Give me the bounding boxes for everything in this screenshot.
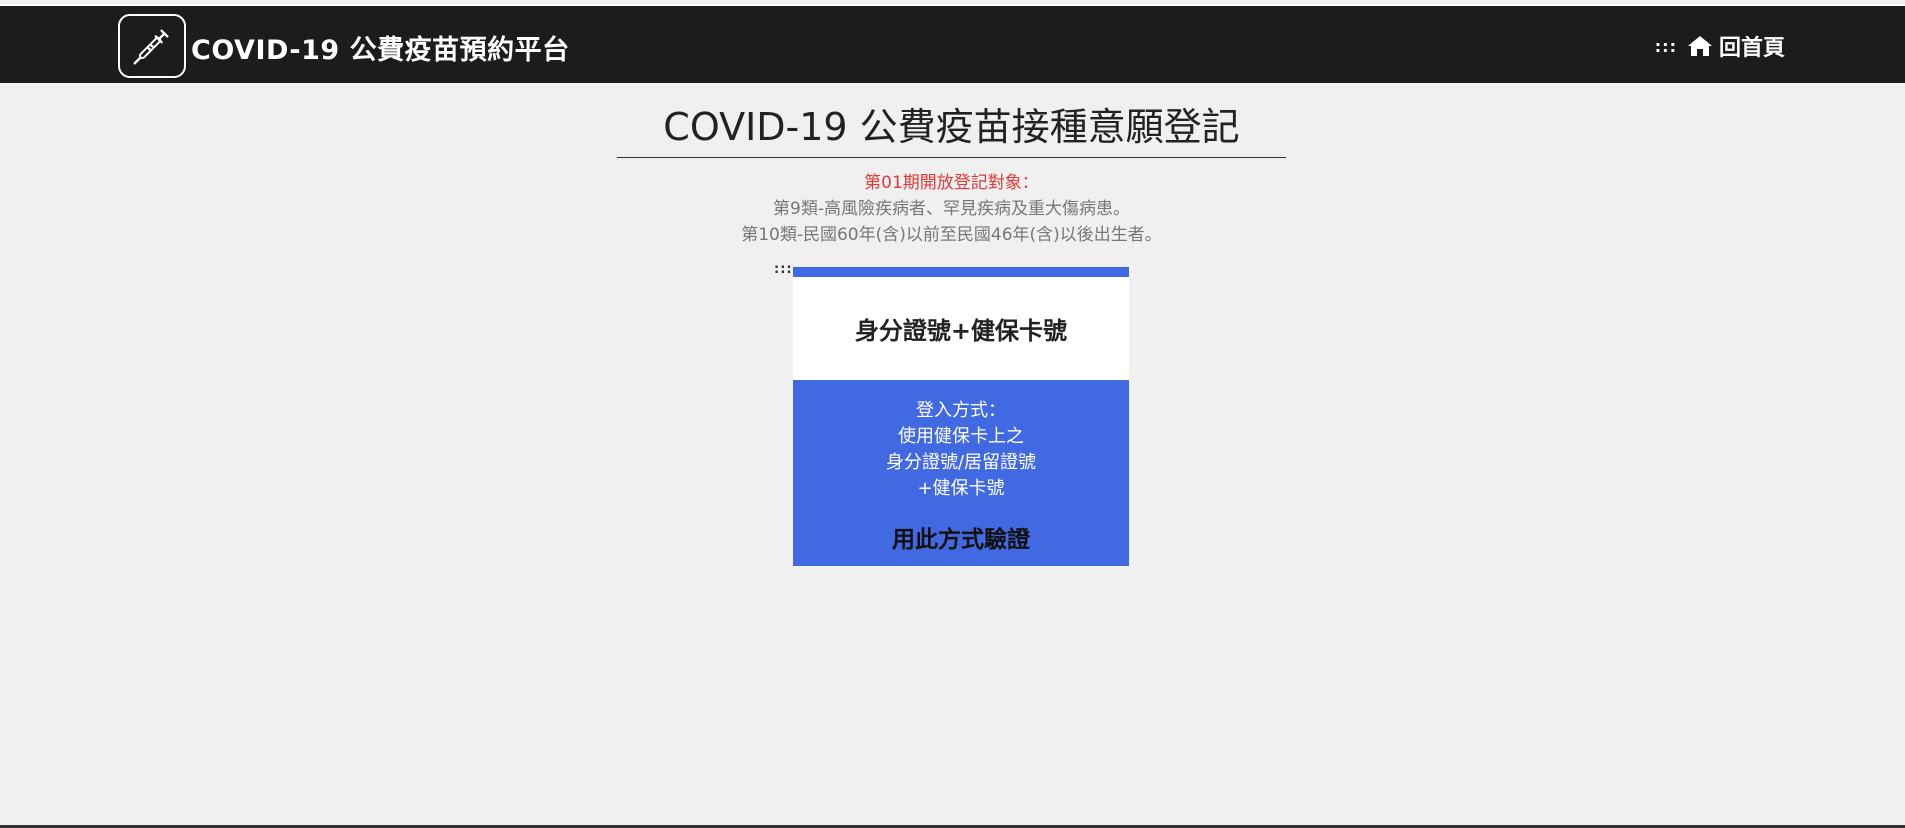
card-accent-strip <box>793 267 1129 277</box>
page-title: COVID-19 公費疫苗接種意願登記 <box>617 96 1286 158</box>
description-line: 登入方式： <box>916 400 1006 421</box>
main-accesskey[interactable]: ::: <box>774 262 793 277</box>
login-option-description: 登入方式： 使用健保卡上之 身分證號/居留證號 +健保卡號 <box>793 398 1129 502</box>
verify-with-this-method-button[interactable]: 用此方式驗證 <box>793 520 1129 554</box>
notice-line-category-10: 第10類-民國60年(含)以前至民國46年(含)以後出生者。 <box>741 225 1162 245</box>
notice-line-category-9: 第9類-高風險疾病者、罕見疾病及重大傷病患。 <box>773 199 1130 219</box>
top-navigation-bar: COVID-19 公費疫苗預約平台 ::: 回首頁 <box>0 4 1905 83</box>
description-line: 身分證號/居留證號 <box>885 452 1037 473</box>
home-link[interactable]: 回首頁 <box>1687 30 1785 62</box>
notice-heading: 第01期開放登記對象： <box>864 173 1039 193</box>
id-healthcard-login-option[interactable]: 身分證號+健保卡號 登入方式： 使用健保卡上之 身分證號/居留證號 +健保卡號 … <box>793 267 1129 566</box>
vaccine-calendar-icon[interactable] <box>118 14 186 78</box>
home-icon <box>1687 36 1712 56</box>
site-title[interactable]: COVID-19 公費疫苗預約平台 <box>191 28 570 67</box>
login-option-title: 身分證號+健保卡號 <box>793 277 1129 380</box>
header-accesskey[interactable]: ::: <box>1655 37 1677 56</box>
header-nav: ::: 回首頁 <box>1655 30 1785 62</box>
home-label: 回首頁 <box>1718 36 1785 61</box>
registration-notice: 第01期開放登記對象： 第9類-高風險疾病者、罕見疾病及重大傷病患。 第10類-… <box>617 170 1286 248</box>
description-line: 使用健保卡上之 <box>898 426 1024 447</box>
description-line: +健保卡號 <box>917 478 1005 499</box>
login-option-body: 登入方式： 使用健保卡上之 身分證號/居留證號 +健保卡號 用此方式驗證 <box>793 380 1129 566</box>
